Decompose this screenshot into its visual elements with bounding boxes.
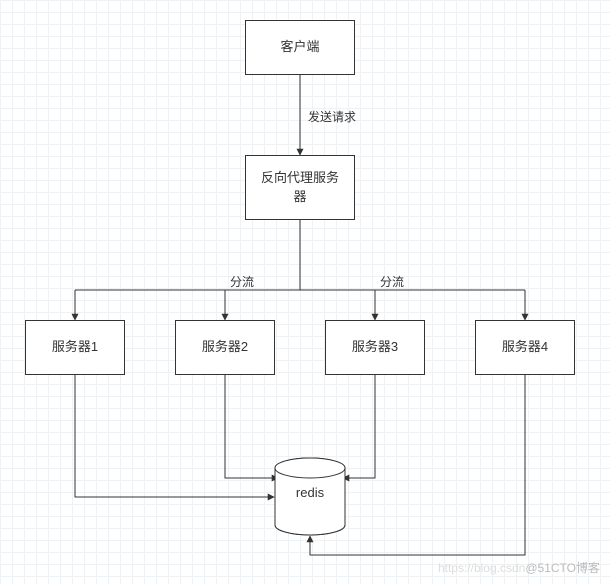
node-redis-label-wrap: redis xyxy=(275,485,345,500)
node-server4-label: 服务器4 xyxy=(502,338,548,356)
edge-label-send-request: 发送请求 xyxy=(308,108,356,125)
edge-label-split-left: 分流 xyxy=(230,273,254,290)
node-server4: 服务器4 xyxy=(475,320,575,375)
edge-s3-redis xyxy=(343,375,375,478)
node-server3: 服务器3 xyxy=(325,320,425,375)
node-server1: 服务器1 xyxy=(25,320,125,375)
edge-s2-redis xyxy=(225,375,278,478)
node-client-label: 客户端 xyxy=(280,38,319,56)
node-proxy-label: 反向代理服务 器 xyxy=(261,169,339,205)
node-redis-label: redis xyxy=(296,485,324,500)
node-client: 客户端 xyxy=(245,20,355,75)
node-server3-label: 服务器3 xyxy=(352,338,398,356)
node-server2-label: 服务器2 xyxy=(202,338,248,356)
edge-s1-redis xyxy=(75,375,274,497)
node-server2: 服务器2 xyxy=(175,320,275,375)
node-server1-label: 服务器1 xyxy=(52,338,98,356)
edge-label-split-right: 分流 xyxy=(380,273,404,290)
node-proxy: 反向代理服务 器 xyxy=(245,155,355,220)
